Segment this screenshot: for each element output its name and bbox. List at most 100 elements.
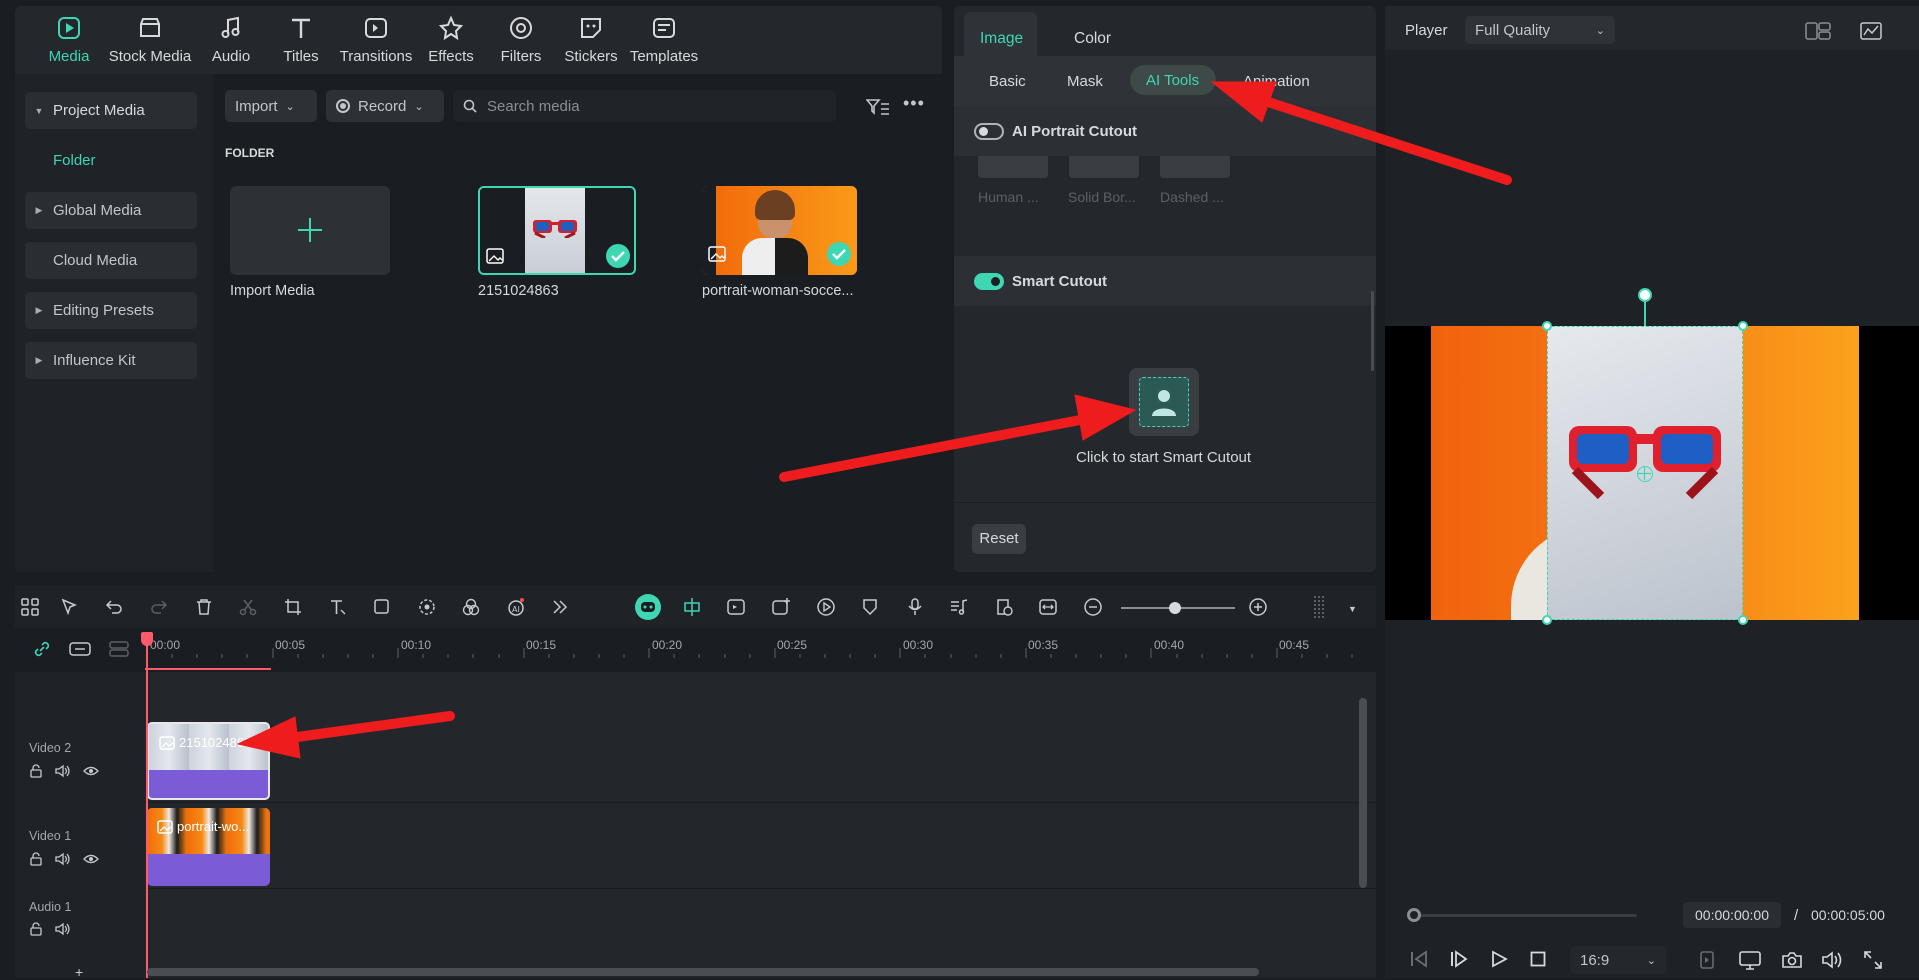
snap-icon[interactable] — [681, 596, 703, 618]
scrubber-knob[interactable] — [1407, 908, 1421, 922]
reset-button[interactable]: Reset — [972, 524, 1026, 554]
track-height-icon[interactable] — [1309, 596, 1331, 618]
redo-icon[interactable] — [148, 596, 170, 618]
preset-thumb[interactable] — [1069, 156, 1139, 178]
preset-thumb[interactable] — [978, 156, 1048, 178]
playback-scrubber[interactable] — [1407, 914, 1637, 917]
media-item-portrait-woman[interactable] — [702, 186, 857, 275]
search-input[interactable]: Search media — [453, 90, 836, 122]
link-icon[interactable] — [33, 640, 51, 658]
rotate-handle[interactable] — [1638, 288, 1652, 302]
delete-icon[interactable] — [193, 596, 215, 618]
track-manager-icon[interactable] — [109, 641, 129, 657]
caret-down-icon[interactable]: ▼ — [1348, 604, 1357, 614]
smart-cutout-toggle[interactable] — [974, 273, 1004, 290]
sidebar-item-folder[interactable]: Folder — [25, 142, 197, 179]
media-item-2151024863[interactable] — [478, 186, 636, 275]
group-icon[interactable] — [69, 641, 91, 657]
scopes-icon[interactable] — [1860, 22, 1882, 40]
playhead-handle[interactable] — [141, 632, 153, 646]
sub-tab-basic[interactable]: Basic — [989, 73, 1026, 90]
undo-icon[interactable] — [103, 596, 125, 618]
eye-icon[interactable] — [83, 852, 99, 866]
shield-icon[interactable] — [859, 596, 881, 618]
zoom-out-icon[interactable] — [1082, 596, 1104, 618]
mark-in-icon[interactable] — [1699, 950, 1715, 970]
stop-icon[interactable] — [1530, 951, 1546, 967]
playhead[interactable] — [146, 634, 148, 978]
speed-icon[interactable] — [815, 596, 837, 618]
previous-frame-icon[interactable] — [1409, 950, 1429, 968]
import-media-tile[interactable] — [230, 186, 390, 275]
eye-icon[interactable] — [83, 764, 99, 778]
resize-handle[interactable] — [1542, 615, 1552, 625]
sub-tab-animation[interactable]: Animation — [1243, 73, 1313, 90]
compare-view-icon[interactable] — [1805, 22, 1831, 40]
tab-templates[interactable]: Templates — [619, 14, 709, 65]
aspect-ratio-dropdown[interactable]: 16:9 ⌄ — [1570, 946, 1666, 974]
tab-color[interactable]: Color — [1074, 30, 1111, 48]
resize-handle[interactable] — [1542, 321, 1552, 331]
clip-video-1[interactable]: portrait-wo... — [147, 808, 270, 886]
color-match-icon[interactable] — [460, 596, 482, 618]
vertical-scrollbar[interactable] — [1359, 698, 1367, 888]
more-tools-icon[interactable] — [549, 596, 571, 618]
text-tool-icon[interactable] — [327, 596, 349, 618]
tab-stock-media[interactable]: Stock Media — [95, 14, 205, 65]
select-tool-icon[interactable] — [59, 596, 81, 618]
tab-audio[interactable]: Audio — [191, 14, 271, 65]
fit-timeline-icon[interactable] — [1037, 596, 1059, 618]
sidebar-item-editing-presets[interactable]: ▶ Editing Presets — [25, 292, 197, 329]
speaker-icon[interactable] — [55, 922, 71, 936]
mask-tool-icon[interactable] — [416, 596, 438, 618]
horizontal-scrollbar[interactable] — [147, 968, 1259, 976]
filter-icon[interactable] — [866, 98, 890, 116]
fullscreen-icon[interactable] — [1863, 950, 1883, 970]
play-next-icon[interactable] — [1449, 950, 1469, 968]
layout-icon[interactable] — [19, 596, 41, 618]
add-clip-icon[interactable] — [770, 596, 792, 618]
volume-icon[interactable] — [1821, 950, 1843, 970]
track-area[interactable] — [145, 672, 1376, 978]
smart-cutout-start-button[interactable] — [1129, 368, 1199, 436]
quality-dropdown[interactable]: Full Quality ⌄ — [1465, 16, 1615, 44]
tab-filters[interactable]: Filters — [481, 14, 561, 65]
sub-tab-ai-tools[interactable]: AI Tools — [1130, 65, 1216, 95]
tab-image[interactable]: Image — [964, 12, 1037, 56]
ai-portrait-cutout-toggle[interactable] — [974, 123, 1004, 140]
preset-thumb[interactable] — [1160, 156, 1230, 178]
play-icon[interactable] — [1490, 950, 1508, 968]
resize-handle[interactable] — [1738, 615, 1748, 625]
more-icon[interactable]: ••• — [903, 94, 925, 112]
render-preview-icon[interactable] — [1739, 950, 1761, 970]
sub-tab-mask[interactable]: Mask — [1067, 73, 1103, 90]
scrollbar[interactable] — [1371, 291, 1374, 371]
center-anchor-icon[interactable] — [1637, 466, 1653, 482]
tab-titles[interactable]: Titles — [261, 14, 341, 65]
crop-icon[interactable] — [282, 596, 304, 618]
preview-canvas[interactable] — [1385, 321, 1919, 625]
lock-icon[interactable] — [29, 764, 43, 778]
tab-transitions[interactable]: Transitions — [330, 14, 422, 65]
music-track-icon[interactable] — [948, 596, 970, 618]
import-button[interactable]: Import ⌄ — [225, 90, 317, 122]
tab-effects[interactable]: Effects — [411, 14, 491, 65]
split-icon[interactable] — [237, 596, 259, 618]
microphone-icon[interactable] — [904, 596, 926, 618]
sidebar-item-global-media[interactable]: ▶ Global Media — [25, 192, 197, 229]
sidebar-item-project-media[interactable]: ▼ Project Media — [25, 92, 197, 129]
record-button[interactable]: Record ⌄ — [326, 90, 444, 122]
shape-icon[interactable] — [371, 596, 393, 618]
resize-handle[interactable] — [1738, 321, 1748, 331]
zoom-in-icon[interactable] — [1247, 596, 1269, 618]
clip-video-2[interactable]: 2151024863 — [147, 722, 270, 800]
auto-highlight-icon[interactable] — [635, 594, 661, 620]
ai-tool-icon[interactable]: AI — [505, 596, 527, 618]
audio-stretch-icon[interactable] — [993, 596, 1015, 618]
sidebar-item-influence-kit[interactable]: ▶ Influence Kit — [25, 342, 197, 379]
speaker-icon[interactable] — [55, 852, 71, 866]
sidebar-item-cloud-media[interactable]: Cloud Media — [25, 242, 197, 279]
speaker-icon[interactable] — [55, 764, 71, 778]
snapshot-icon[interactable] — [1781, 950, 1803, 970]
zoom-slider-knob[interactable] — [1169, 602, 1181, 614]
